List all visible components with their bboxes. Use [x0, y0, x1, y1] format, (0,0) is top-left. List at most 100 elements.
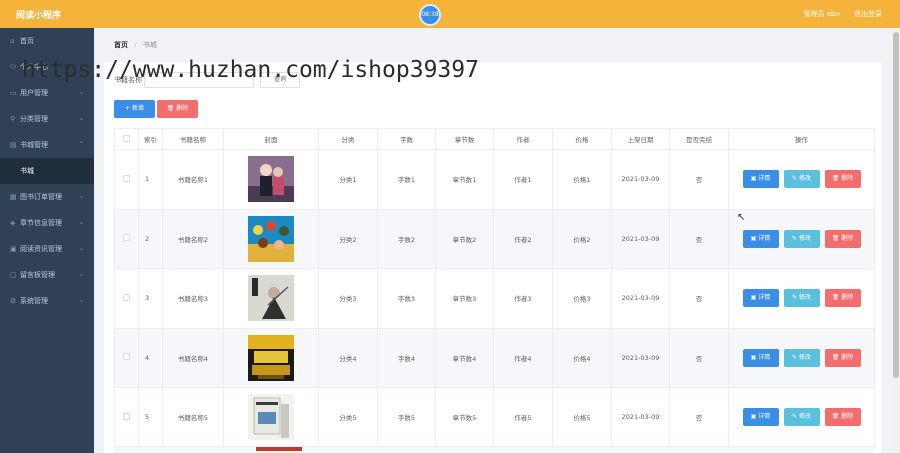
breadcrumb-current: 书城	[142, 41, 157, 49]
is-finished: 否	[669, 387, 729, 448]
category: 分类4	[318, 327, 378, 388]
word-count: 字数1	[377, 149, 436, 210]
row-checkbox[interactable]	[123, 293, 130, 301]
delete-button[interactable]: 🗑 删除	[824, 348, 861, 367]
add-button[interactable]: + 新增	[114, 100, 155, 118]
sidebar-item-9[interactable]: ▢ 留言板管理 ⌄	[0, 262, 94, 288]
book-name: 书籍名称3	[162, 268, 224, 329]
clock-badge: 08:38	[419, 4, 441, 26]
sidebar-item-label: 书城	[20, 167, 34, 175]
column-header: 作者	[493, 128, 553, 150]
chevron-icon: ⌄	[78, 193, 84, 200]
table-row-partial	[114, 446, 874, 453]
edit-button[interactable]: ✎ 修改	[783, 170, 820, 189]
is-finished: 否	[669, 327, 729, 388]
column-header: 封面	[223, 128, 319, 150]
sidebar-item-4[interactable]: ▤ 书城管理 ⌃	[0, 132, 94, 158]
row-index: 3	[138, 268, 163, 329]
detail-button[interactable]: ▣ 详情	[742, 170, 779, 189]
sidebar-item-10[interactable]: ⚙ 系统管理 ⌄	[0, 288, 94, 314]
delete-button-label: 删除	[841, 413, 854, 421]
list-date: 2021-03-09	[611, 387, 670, 448]
user-label[interactable]: 管理员 abo	[804, 10, 840, 18]
settings-icon: ⚙	[10, 297, 17, 305]
select-all-header[interactable]	[114, 128, 139, 150]
column-header: 操作	[728, 128, 875, 150]
sidebar-item-7[interactable]: ◈ 章节信息管理 ⌄	[0, 210, 94, 236]
column-header: 书籍名称	[162, 128, 224, 150]
message-icon: ▢	[10, 271, 17, 279]
sidebar-item-label: 分类管理	[20, 115, 48, 123]
main-content: 首页 / 书城 书籍名称 查询 + 新增 🗑 删除 索引 书籍名称 封面 分类 字数 章节…	[94, 28, 892, 453]
chapter-count: 章节数1	[435, 149, 494, 210]
category: 分类1	[318, 149, 378, 210]
delete-button[interactable]: 🗑 删除	[824, 170, 861, 189]
table-row: 5 书籍名称5 分类5 字数5 章节数5 作者5 价格5 2021-03-09 否 ▣ 详情 ✎ 修…	[114, 387, 875, 448]
delete-button[interactable]: 🗑 删除	[824, 289, 861, 308]
scrollbar-thumb[interactable]	[893, 32, 899, 378]
edit-button[interactable]: ✎ 修改	[783, 408, 820, 427]
author: 作者5	[493, 387, 553, 448]
cover-image	[248, 275, 294, 322]
select-all-checkbox[interactable]	[123, 134, 130, 142]
sidebar-item-8[interactable]: ▣ 阅读资讯管理 ⌄	[0, 236, 94, 262]
row-checkbox[interactable]	[123, 234, 130, 242]
chevron-icon: ⌄	[78, 297, 84, 304]
row-checkbox[interactable]	[123, 412, 130, 420]
sidebar-item-label: 图书订单管理	[20, 193, 62, 201]
book-name: 书籍名称1	[162, 149, 224, 210]
detail-button[interactable]: ▣ 详情	[742, 408, 779, 427]
author: 作者4	[493, 327, 553, 388]
row-checkbox[interactable]	[123, 174, 130, 182]
detail-button-label: 详情	[758, 175, 771, 183]
page-scrollbar[interactable]	[892, 28, 900, 453]
batch-delete-button[interactable]: 🗑 删除	[157, 100, 198, 118]
sidebar-item-2[interactable]: ▭ 用户管理 ⌄	[0, 80, 94, 106]
edit-button[interactable]: ✎ 修改	[783, 289, 820, 308]
table-row: 2 书籍名称2 分类2 字数2 章节数2 作者2 价格2 2021-03-09 否 ▣ 详情 ✎ 修…	[114, 208, 875, 269]
breadcrumb-home[interactable]: 首页	[114, 41, 128, 49]
edit-button[interactable]: ✎ 修改	[783, 348, 820, 367]
delete-button[interactable]: 🗑 删除	[824, 229, 861, 248]
cover-image	[248, 215, 294, 262]
cover-image	[248, 334, 294, 381]
word-count: 字数4	[377, 327, 436, 388]
sidebar-item-6[interactable]: ▦ 图书订单管理 ⌄	[0, 184, 94, 210]
price: 价格4	[552, 327, 612, 388]
tag-icon: ⚲	[10, 115, 16, 123]
delete-icon: 🗑	[831, 353, 842, 361]
list-date: 2021-03-09	[611, 268, 670, 329]
column-header: 是否完结	[669, 128, 729, 150]
content-card: 书籍名称 查询 + 新增 🗑 删除 索引 书籍名称 封面 分类 字数 章节数 作者 价格 上架日…	[104, 62, 882, 453]
edit-button-label: 修改	[798, 294, 811, 302]
chapter-count: 章节数5	[435, 387, 494, 448]
delete-button-label: 删除	[841, 294, 854, 302]
detail-button[interactable]: ▣ 详情	[742, 229, 779, 248]
delete-icon: 🗑	[831, 413, 842, 421]
app-title: 阅读小程序	[16, 11, 62, 21]
sidebar-item-5[interactable]: 书城	[0, 158, 94, 184]
edit-icon: ✎	[792, 413, 799, 421]
category: 分类2	[318, 208, 378, 269]
logout-button[interactable]: 退出登录	[854, 10, 882, 18]
delete-button[interactable]: 🗑 删除	[824, 408, 861, 427]
row-actions: ▣ 详情 ✎ 修改 🗑 删除	[730, 348, 874, 367]
sidebar-item-3[interactable]: ⚲ 分类管理 ⌄	[0, 106, 94, 132]
sidebar-item-0[interactable]: ⌂ 首页	[0, 28, 94, 54]
row-index: 5	[138, 387, 163, 448]
detail-button[interactable]: ▣ 详情	[742, 289, 779, 308]
detail-button[interactable]: ▣ 详情	[742, 348, 779, 367]
is-finished: 否	[669, 268, 729, 329]
edit-button[interactable]: ✎ 修改	[783, 229, 820, 248]
author: 作者2	[493, 208, 553, 269]
row-checkbox[interactable]	[123, 353, 130, 361]
detail-button-label: 详情	[758, 234, 771, 242]
word-count: 字数3	[377, 268, 436, 329]
row-actions: ▣ 详情 ✎ 修改 🗑 删除	[730, 170, 874, 189]
sidebar-item-label: 留言板管理	[20, 271, 55, 279]
cover-image	[248, 394, 294, 441]
delete-icon: 🗑	[831, 234, 842, 242]
table-row: 1 书籍名称1 分类1 字数1 章节数1 作者1 价格1 2021-03-09 否 ▣ 详情 ✎ 修…	[114, 149, 875, 210]
sidebar-item-label: 书城管理	[20, 141, 48, 149]
chevron-icon: ⌃	[78, 141, 84, 148]
